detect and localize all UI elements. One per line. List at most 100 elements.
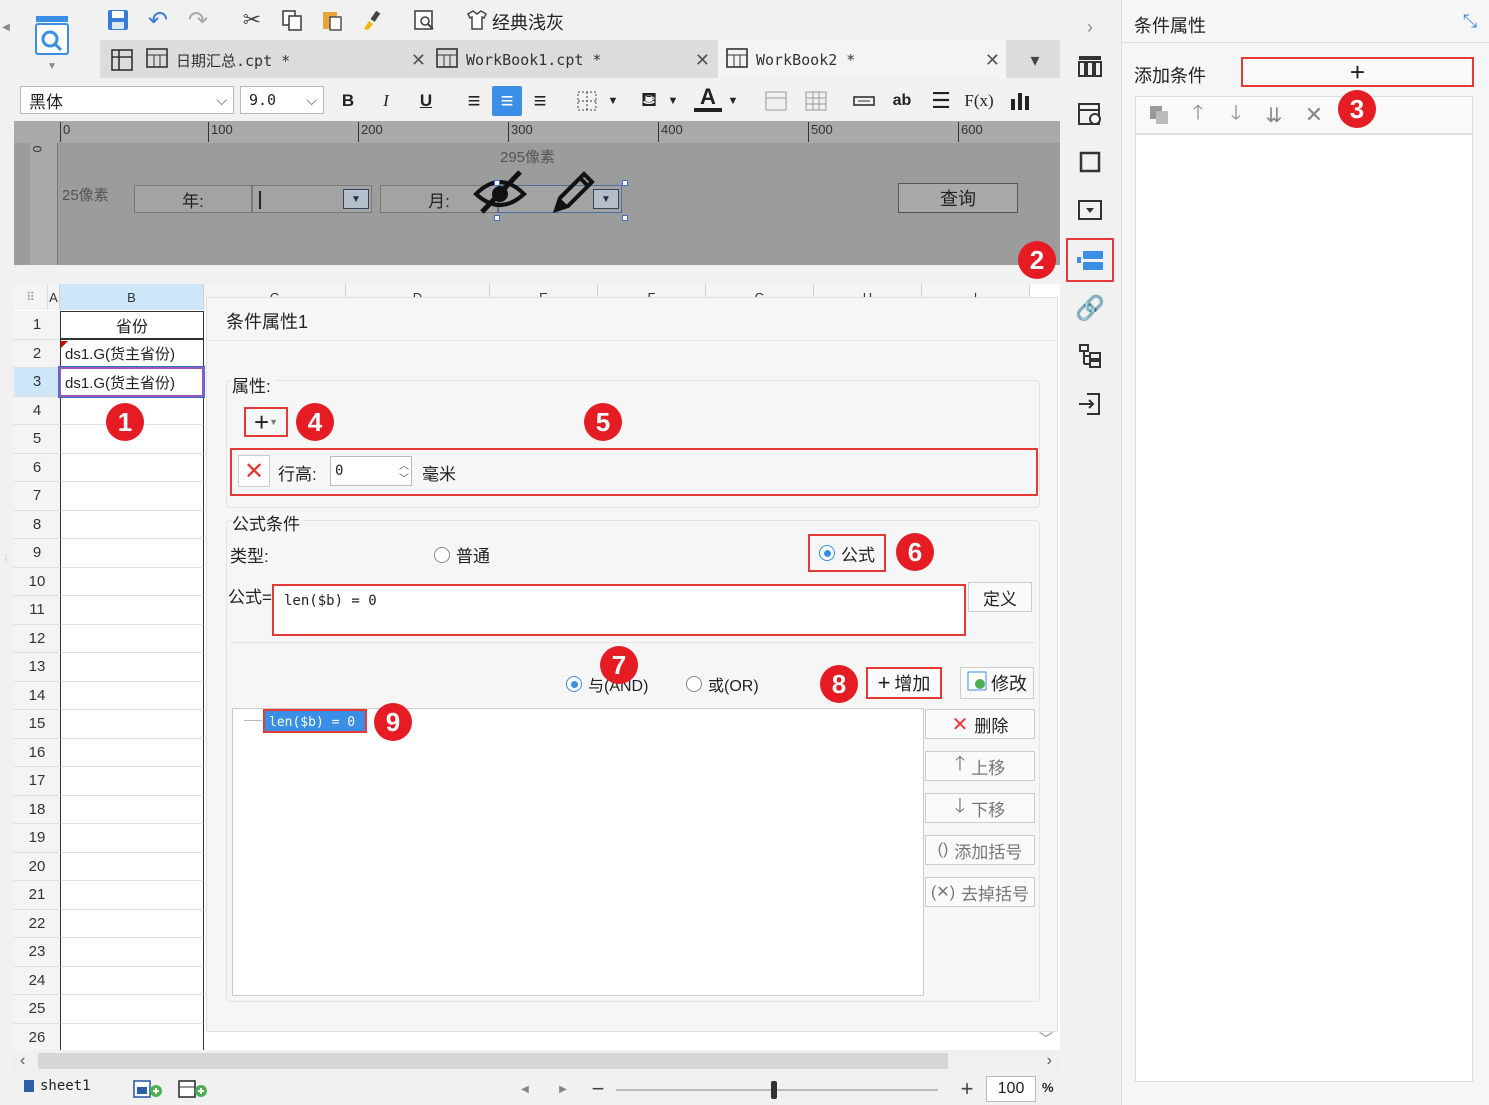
template-logo-icon[interactable] bbox=[30, 8, 74, 64]
expand-icon[interactable]: › bbox=[1080, 16, 1100, 38]
chevron-down-icon[interactable]: ▼ bbox=[724, 86, 742, 116]
underline-button[interactable]: U bbox=[414, 86, 438, 116]
sheet-tab[interactable]: sheet1 bbox=[24, 1078, 91, 1094]
row-header[interactable]: 16 bbox=[14, 738, 60, 767]
grid-cell[interactable] bbox=[60, 624, 204, 653]
row-header[interactable]: 10 bbox=[14, 567, 60, 596]
row-header[interactable]: 14 bbox=[14, 681, 60, 710]
import-icon[interactable] bbox=[1070, 384, 1110, 424]
zoom-out-icon[interactable]: − bbox=[588, 1076, 608, 1101]
undo-icon[interactable]: ↶ bbox=[144, 6, 172, 34]
paste-icon[interactable] bbox=[318, 6, 346, 34]
grid-cell[interactable] bbox=[60, 567, 204, 596]
chevron-down-icon[interactable]: ﹀ bbox=[1036, 1030, 1056, 1048]
border-icon[interactable] bbox=[574, 86, 600, 116]
column-header-selected[interactable]: B bbox=[60, 284, 204, 310]
condition-list-item[interactable]: len($b) = 0 bbox=[263, 709, 367, 733]
zoom-slider-thumb[interactable] bbox=[771, 1081, 777, 1099]
spinner-down-icon[interactable]: ﹀ bbox=[399, 470, 409, 485]
grid-cell[interactable] bbox=[60, 710, 204, 739]
edit-pencil-icon[interactable] bbox=[548, 166, 598, 218]
row-header[interactable]: 12 bbox=[14, 624, 60, 653]
chevron-right-icon[interactable]: › bbox=[1047, 1052, 1052, 1070]
remove-paren-button[interactable]: (✕) 去掉括号 bbox=[925, 877, 1035, 907]
add-polysheet-icon[interactable] bbox=[176, 1076, 210, 1102]
format-brush-icon[interactable] bbox=[358, 6, 386, 34]
row-header[interactable]: 4 bbox=[14, 396, 60, 425]
splitter-handle-icon[interactable]: ⁞ bbox=[0, 550, 12, 568]
zoom-input[interactable]: 100 bbox=[986, 1076, 1036, 1102]
tab-workbook1[interactable]: WorkBook1.cpt * ✕ bbox=[436, 42, 710, 78]
row-header[interactable]: 6 bbox=[14, 453, 60, 482]
condition-attr-icon[interactable] bbox=[1066, 238, 1114, 282]
collapse-left-icon[interactable]: ◀ bbox=[0, 18, 12, 36]
row-header[interactable]: 2 bbox=[14, 339, 60, 368]
row-header[interactable]: 9 bbox=[14, 539, 60, 568]
grid-cell[interactable] bbox=[60, 596, 204, 625]
selection-handle[interactable] bbox=[494, 180, 500, 186]
chart-icon[interactable] bbox=[1006, 86, 1034, 116]
row-height-input[interactable]: 0 ︿ ﹀ bbox=[330, 456, 412, 486]
grid-cell[interactable] bbox=[60, 767, 204, 796]
rich-text-icon[interactable]: ☰ bbox=[928, 86, 954, 116]
align-center-icon[interactable]: ≡ bbox=[492, 86, 522, 116]
define-button[interactable]: 定义 bbox=[968, 582, 1032, 612]
delete-button[interactable]: ✕ 删除 bbox=[925, 709, 1035, 739]
row-header[interactable]: 7 bbox=[14, 482, 60, 511]
grid-cell[interactable] bbox=[60, 482, 204, 511]
radio-normal[interactable]: 普通 bbox=[434, 542, 490, 567]
year-select[interactable]: ▼ bbox=[252, 185, 372, 213]
add-sheet-icon[interactable] bbox=[132, 1076, 164, 1102]
cell-attr-icon[interactable] bbox=[1070, 46, 1110, 86]
cell-b3-selected[interactable]: ds1.G(货主省份) bbox=[58, 366, 205, 398]
next-sheet-icon[interactable]: ▶ bbox=[556, 1080, 570, 1098]
close-icon[interactable]: ✕ bbox=[695, 50, 710, 71]
row-header[interactable]: 18 bbox=[14, 795, 60, 824]
move-up-button[interactable]: 🡑 上移 bbox=[925, 751, 1035, 781]
skin-icon[interactable] bbox=[464, 6, 490, 34]
move-down-button[interactable]: 🡓 下移 bbox=[925, 793, 1035, 823]
tab-date-summary[interactable]: 日期汇总.cpt * ✕ bbox=[146, 42, 426, 78]
cell-b2[interactable]: ds1.G(货主省份) bbox=[60, 339, 204, 368]
arrow-up-icon[interactable]: 🡑 bbox=[1186, 102, 1210, 128]
remove-attr-button[interactable]: ✕ bbox=[238, 455, 270, 487]
italic-button[interactable]: I bbox=[374, 86, 398, 116]
add-condition-button[interactable]: + 增加 bbox=[866, 667, 942, 699]
chevron-down-icon[interactable]: ▼ bbox=[664, 86, 682, 116]
chevron-down-icon[interactable]: ▼ bbox=[604, 86, 622, 116]
hyperlink-icon[interactable]: 🔗 bbox=[1070, 288, 1110, 328]
row-header[interactable]: 1 bbox=[14, 311, 60, 340]
grid-cell[interactable] bbox=[60, 1023, 204, 1052]
align-right-icon[interactable]: ≡ bbox=[526, 86, 554, 116]
row-header[interactable]: 5 bbox=[14, 425, 60, 454]
selection-handle[interactable] bbox=[622, 215, 628, 221]
row-header[interactable]: 15 bbox=[14, 710, 60, 739]
widget-icon[interactable] bbox=[1070, 190, 1110, 230]
select-all-icon[interactable]: ⠿ bbox=[14, 284, 48, 310]
font-size-select[interactable]: 9.0 ⌵ bbox=[240, 86, 324, 114]
row-header[interactable]: 25 bbox=[14, 995, 60, 1024]
row-header[interactable]: 23 bbox=[14, 938, 60, 967]
close-icon[interactable]: ✕ bbox=[985, 50, 1000, 71]
row-header[interactable]: 11 bbox=[14, 596, 60, 625]
row-header[interactable]: 3 bbox=[14, 368, 60, 397]
move-bottom-icon[interactable]: ⇊ bbox=[1262, 102, 1286, 128]
grid-cell[interactable] bbox=[60, 995, 204, 1024]
preview-icon[interactable] bbox=[410, 6, 438, 34]
grid-cell[interactable] bbox=[60, 510, 204, 539]
row-header[interactable]: 13 bbox=[14, 653, 60, 682]
prev-sheet-icon[interactable]: ◀ bbox=[518, 1080, 532, 1098]
font-select[interactable]: 黑体 ⌵ bbox=[20, 86, 234, 114]
row-header[interactable]: 8 bbox=[14, 510, 60, 539]
scroll-thumb[interactable] bbox=[38, 1053, 948, 1069]
hidden-eye-icon[interactable] bbox=[470, 166, 530, 218]
cut-icon[interactable]: ✂ bbox=[238, 6, 266, 34]
radio-formula[interactable]: 公式 bbox=[808, 534, 886, 572]
frame-icon[interactable] bbox=[1070, 142, 1110, 182]
grid-cell[interactable] bbox=[60, 453, 204, 482]
selection-handle[interactable] bbox=[494, 215, 500, 221]
grid-cell[interactable] bbox=[60, 909, 204, 938]
row-header[interactable]: 26 bbox=[14, 1023, 60, 1052]
text-icon[interactable]: ab bbox=[888, 86, 916, 116]
horizontal-scrollbar[interactable]: ‹ › bbox=[14, 1050, 1060, 1072]
